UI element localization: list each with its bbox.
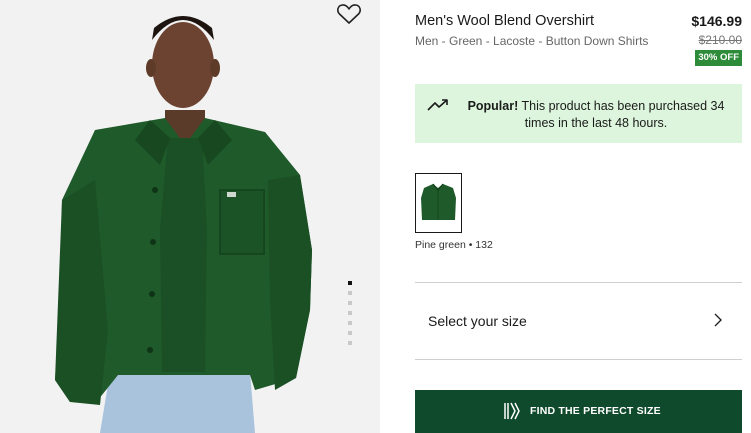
wishlist-heart-icon[interactable] xyxy=(336,2,362,26)
find-perfect-size-label: FIND THE PERFECT SIZE xyxy=(530,405,661,417)
product-gallery[interactable] xyxy=(0,0,380,433)
popular-text: This product has been purchased 34 times… xyxy=(518,99,725,130)
discount-badge: 30% OFF xyxy=(695,50,742,66)
color-swatch-pine-green[interactable] xyxy=(415,173,462,233)
popular-label: Popular! xyxy=(467,99,519,113)
divider xyxy=(415,359,742,360)
gallery-dot[interactable] xyxy=(348,291,352,295)
popular-banner: Popular! This product has been purchased… xyxy=(415,84,742,143)
sale-price: $146.99 xyxy=(691,13,742,29)
product-title: Men's Wool Blend Overshirt xyxy=(415,13,594,29)
fit-finder-icon xyxy=(503,402,521,423)
color-label: Pine green • 132 xyxy=(415,239,493,251)
popular-message: Popular! This product has been purchased… xyxy=(461,98,731,132)
gallery-dot[interactable] xyxy=(348,301,352,305)
original-price: $210.00 xyxy=(698,33,742,47)
find-perfect-size-button[interactable]: FIND THE PERFECT SIZE xyxy=(415,390,742,433)
size-selector-label: Select your size xyxy=(428,313,527,329)
gallery-dot[interactable] xyxy=(348,341,352,345)
product-photo xyxy=(55,16,312,433)
gallery-dot[interactable] xyxy=(348,311,352,315)
chevron-right-icon xyxy=(714,313,722,332)
size-selector[interactable]: Select your size xyxy=(415,283,742,359)
product-breadcrumb[interactable]: Men - Green - Lacoste - Button Down Shir… xyxy=(415,34,648,48)
gallery-dot[interactable] xyxy=(348,321,352,325)
trending-up-icon xyxy=(427,98,449,117)
swatch-thumbnail xyxy=(421,183,456,220)
gallery-dot[interactable] xyxy=(348,281,352,285)
gallery-pagination xyxy=(347,281,353,351)
gallery-dot[interactable] xyxy=(348,331,352,335)
